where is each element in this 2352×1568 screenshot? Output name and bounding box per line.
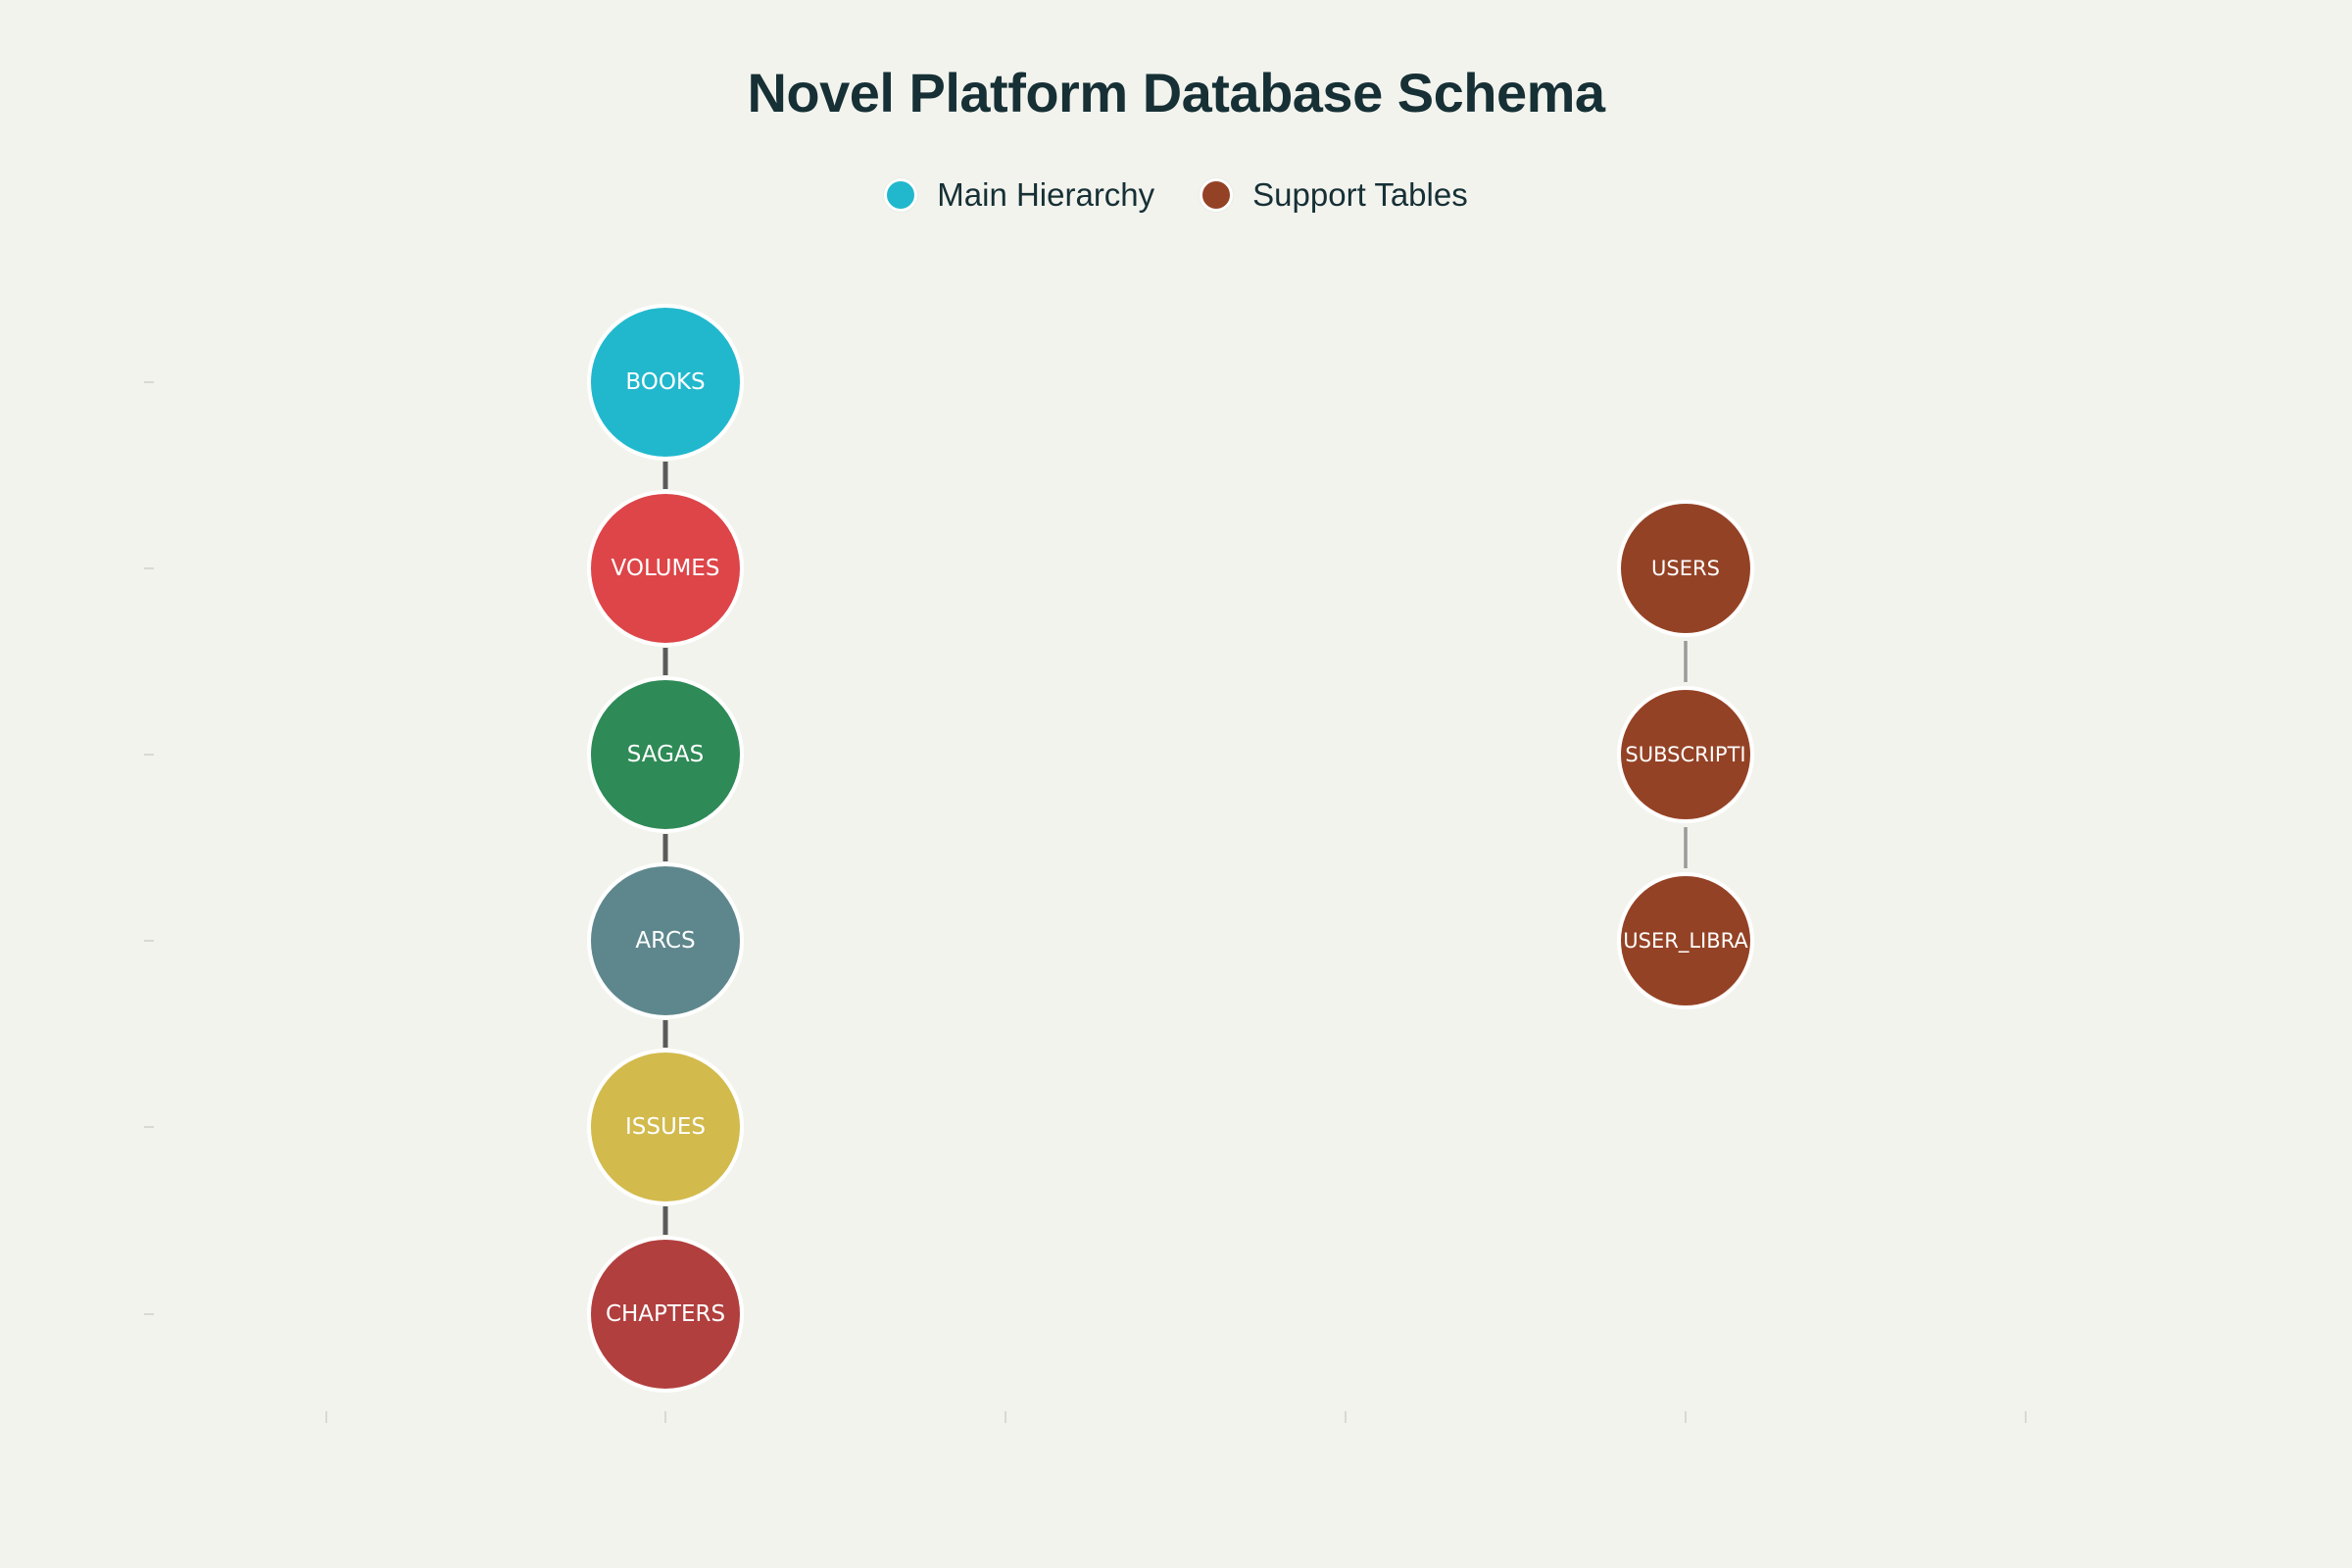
node-label: SUBSCRIPTI (1625, 743, 1745, 766)
node-user-libra[interactable]: USER_LIBRA (1617, 872, 1754, 1009)
node-subscripti[interactable]: SUBSCRIPTI (1617, 686, 1754, 823)
node-books[interactable]: BOOKS (587, 304, 744, 461)
node-label: VOLUMES (612, 556, 720, 581)
node-label: USERS (1651, 557, 1720, 580)
connectors (662, 462, 1688, 1235)
node-label: USER_LIBRA (1623, 929, 1748, 954)
node-chapters[interactable]: CHAPTERS (587, 1236, 744, 1393)
node-users[interactable]: USERS (1617, 500, 1754, 637)
node-label: SAGAS (627, 742, 705, 767)
node-label: ISSUES (625, 1114, 706, 1140)
node-issues[interactable]: ISSUES (587, 1049, 744, 1205)
node-arcs[interactable]: ARCS (587, 862, 744, 1019)
node-volumes[interactable]: VOLUMES (587, 490, 744, 647)
schema-diagram: BOOKS VOLUMES SAGAS ARCS ISSUES CHAPTERS USERS… (144, 304, 2027, 1423)
node-label: ARCS (635, 928, 695, 954)
node-label: BOOKS (625, 369, 705, 395)
node-sagas[interactable]: SAGAS (587, 676, 744, 833)
nodes: BOOKS VOLUMES SAGAS ARCS ISSUES CHAPTERS USERS… (587, 304, 1754, 1393)
node-label: CHAPTERS (606, 1301, 725, 1327)
